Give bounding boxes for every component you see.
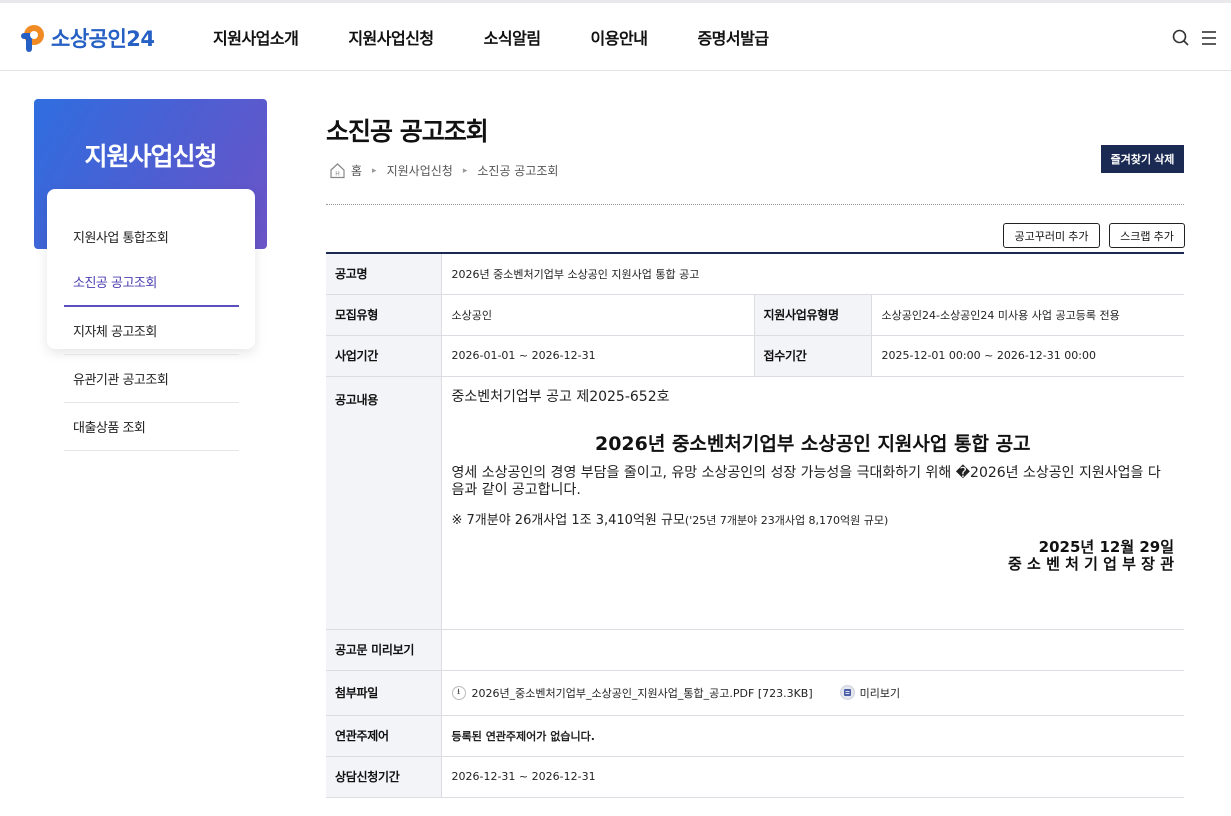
sidebar-item-sbiz-notice[interactable]: 소진공 공고조회 (64, 257, 239, 307)
consult-period: 2026-12-31 ~ 2026-12-31 (440, 756, 1185, 798)
chevron-right-icon: ▸ (462, 165, 468, 176)
page-title: 소진공 공고조회 (326, 117, 489, 146)
divider (326, 204, 1184, 205)
related-keywords: 등록된 연관주제어가 없습니다. (440, 715, 1185, 757)
site-header: 소상공인24 지원사업소개 지원사업신청 소식알림 이용안내 증명서발급 (0, 3, 1231, 71)
header-tools (1163, 28, 1219, 48)
nav-item-guide[interactable]: 이용안내 (591, 25, 648, 49)
nav-item-certificate[interactable]: 증명서발급 (697, 25, 769, 49)
notice-signer: 중 소 벤 처 기 업 부 장 관 (1008, 554, 1175, 573)
attachment-cell: ⭳ 2026년_중소벤처기업부_소상공인_지원사업_통합_공고.PDF [723… (440, 670, 1185, 716)
table-row: 상담신청기간 2026-12-31 ~ 2026-12-31 (326, 756, 1185, 798)
breadcrumb-current: 소진공 공고조회 (477, 164, 559, 178)
notice-note: ※ 7개분야 26개사업 1조 3,410억원 규모('25년 7개분야 23개… (452, 509, 889, 528)
search-icon[interactable] (1171, 28, 1191, 48)
notice-heading: 2026년 중소벤처기업부 소상공인 지원사업 통합 공고 (594, 432, 1031, 455)
add-bundle-button[interactable]: 공고꾸러미 추가 (1003, 223, 1100, 248)
notice-signature: 2025년 12월 29일 중 소 벤 처 기 업 부 장 관 (1008, 537, 1175, 573)
field-label: 공고내용 (326, 376, 441, 630)
attachment-link[interactable]: 2026년_중소벤처기업부_소상공인_지원사업_통합_공고.PDF [723.3… (472, 685, 813, 701)
breadcrumb-support-apply[interactable]: 지원사업신청 (387, 162, 453, 179)
notice-number: 중소벤처기업부 공고 제2025-652호 (451, 388, 670, 405)
svg-text:H: H (335, 171, 340, 178)
field-label: 지원사업유형명 (753, 294, 871, 336)
field-label: 모집유형 (326, 294, 441, 336)
field-label: 연관주제어 (326, 715, 441, 757)
logo-text: 소상공인24 (51, 27, 155, 51)
field-label: 공고명 (326, 253, 441, 295)
remove-favorite-button[interactable]: 즐겨찾기 삭제 (1101, 145, 1184, 173)
attachment-preview-link[interactable]: 미리보기 (860, 685, 900, 701)
nav-item-support-apply[interactable]: 지원사업신청 (348, 25, 434, 49)
sidebar-item-integrated[interactable]: 지원사업 통합조회 (64, 213, 239, 257)
notice-note-sub: ('25년 7개분야 23개사업 8,170억원 규모) (684, 513, 889, 527)
site-logo[interactable]: 소상공인24 (17, 22, 155, 54)
logo-icon (17, 22, 49, 54)
sidebar-menu: 지원사업 통합조회 소진공 공고조회 지자체 공고조회 유관기관 공고조회 대출… (64, 213, 239, 451)
table-row: 모집유형 소상공인 지원사업유형명 소상공인24-소상공인24 미사용 사업 공… (326, 294, 1185, 336)
notice-detail-table: 공고명 2026년 중소벤처기업부 소상공인 지원사업 통합 공고 모집유형 소… (326, 252, 1185, 798)
table-row: 공고내용 중소벤처기업부 공고 제2025-652호 2026년 중소벤처기업부… (326, 376, 1185, 630)
notice-content: 중소벤처기업부 공고 제2025-652호 2026년 중소벤처기업부 소상공인… (440, 376, 1185, 630)
table-row: 공고문 미리보기 (326, 629, 1185, 671)
field-label: 접수기간 (753, 335, 871, 377)
notice-name: 2026년 중소벤처기업부 소상공인 지원사업 통합 공고 (440, 253, 1185, 295)
preview-icon[interactable] (839, 685, 855, 700)
table-row: 연관주제어 등록된 연관주제어가 없습니다. (326, 715, 1185, 757)
chevron-right-icon: ▸ (372, 165, 377, 176)
recruit-type: 소상공인 (440, 294, 754, 336)
table-row: 공고명 2026년 중소벤처기업부 소상공인 지원사업 통합 공고 (326, 253, 1185, 295)
support-type: 소상공인24-소상공인24 미사용 사업 공고등록 전용 (870, 294, 1185, 336)
field-label: 상담신청기간 (326, 756, 441, 798)
table-row: 첨부파일 ⭳ 2026년_중소벤처기업부_소상공인_지원사업_통합_공고.PDF… (326, 670, 1185, 716)
sidebar-item-loan[interactable]: 대출상품 조회 (64, 403, 239, 451)
reception-period: 2025-12-01 00:00 ~ 2026-12-31 00:00 (870, 335, 1185, 377)
table-row: 사업기간 2026-01-01 ~ 2026-12-31 접수기간 2025-1… (326, 335, 1185, 377)
field-label: 공고문 미리보기 (326, 629, 441, 671)
main-nav: 지원사업소개 지원사업신청 소식알림 이용안내 증명서발급 (213, 25, 819, 49)
sidebar-item-related-org[interactable]: 유관기관 공고조회 (64, 355, 239, 403)
sidebar-title: 지원사업신청 (84, 142, 217, 171)
menu-icon[interactable] (1199, 28, 1219, 48)
business-period: 2026-01-01 ~ 2026-12-31 (440, 335, 754, 377)
download-icon[interactable]: ⭳ (451, 685, 466, 700)
notice-preview (440, 629, 1185, 671)
nav-item-news[interactable]: 소식알림 (484, 25, 541, 49)
breadcrumb-home[interactable]: 홈 (351, 162, 362, 179)
field-label: 사업기간 (326, 335, 441, 377)
add-scrap-button[interactable]: 스크랩 추가 (1109, 223, 1185, 248)
notice-date: 2025년 12월 29일 (1038, 537, 1175, 556)
field-label: 첨부파일 (326, 670, 441, 716)
breadcrumb: H 홈 ▸ 지원사업신청 ▸ 소진공 공고조회 (329, 162, 558, 179)
notice-body: 영세 소상공인의 경영 부담을 줄이고, 유망 소상공인의 성장 가능성을 극대… (451, 464, 1161, 498)
notice-note-main: ※ 7개분야 26개사업 1조 3,410억원 규모 (451, 512, 685, 528)
home-icon[interactable]: H (329, 162, 346, 179)
sidebar-item-local-gov[interactable]: 지자체 공고조회 (64, 307, 239, 355)
nav-item-support-intro[interactable]: 지원사업소개 (213, 25, 299, 49)
